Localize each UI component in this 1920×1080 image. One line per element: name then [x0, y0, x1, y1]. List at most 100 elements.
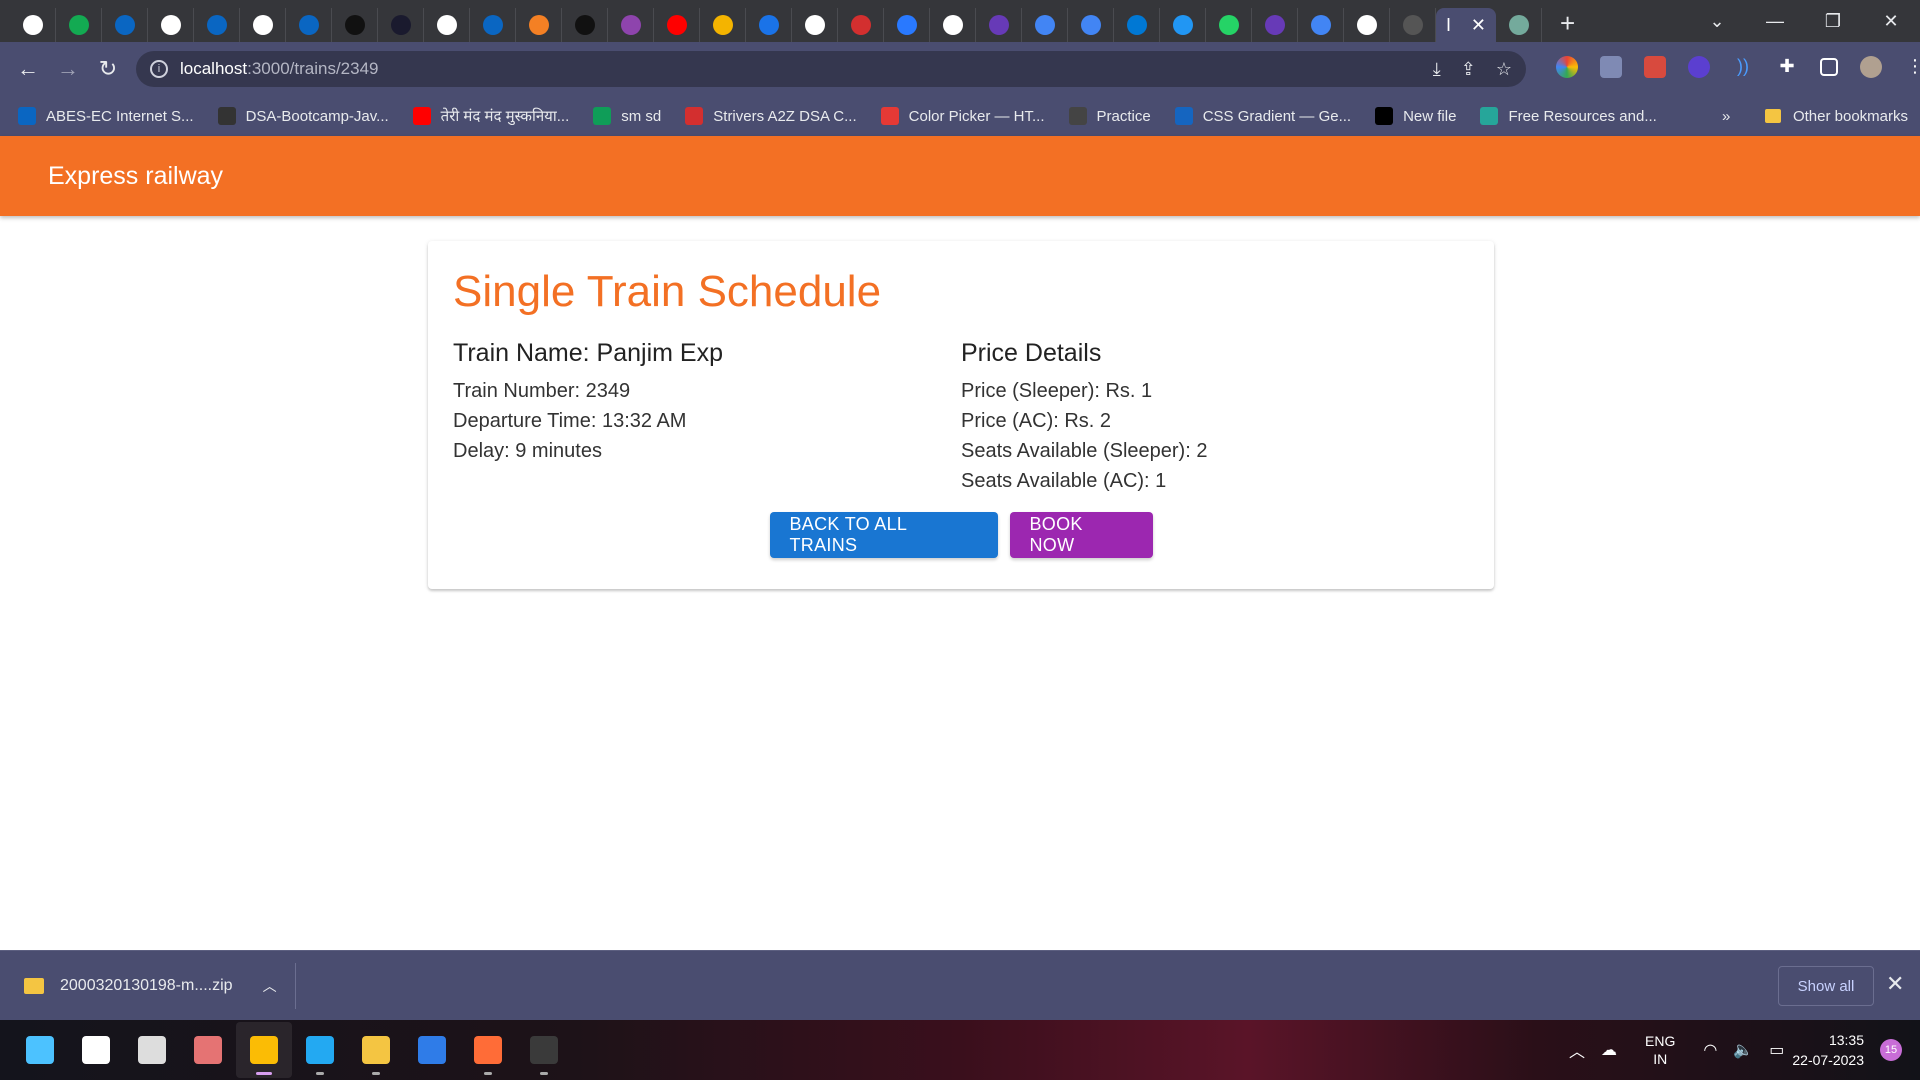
browser-tab[interactable] [562, 8, 608, 42]
address-bar[interactable]: i localhost:3000/trains/2349 ⤓ ⇪ ☆ [136, 51, 1526, 87]
restore-icon[interactable]: ❐ [1804, 11, 1862, 32]
bookmark-item[interactable]: ABES-EC Internet S... [18, 107, 194, 125]
share-icon[interactable]: ⇪ [1461, 59, 1476, 80]
bookmark-item[interactable]: Practice [1068, 107, 1151, 125]
taskbar-app[interactable] [460, 1022, 516, 1078]
browser-tab[interactable] [194, 8, 240, 42]
bookmark-item[interactable]: Free Resources and... [1480, 107, 1657, 125]
bookmark-star-icon[interactable]: ☆ [1496, 59, 1512, 80]
whatsapp-icon [1218, 15, 1239, 35]
bookmark-item[interactable]: DSA-Bootcamp-Jav... [217, 107, 389, 125]
browser-tab[interactable] [884, 8, 930, 42]
bookmark-item[interactable]: Color Picker — HT... [880, 107, 1045, 125]
browser-tab[interactable] [102, 8, 148, 42]
clock[interactable]: 13:35 22-07-2023 [1792, 1030, 1864, 1070]
language-indicator[interactable]: ENG IN [1645, 1032, 1675, 1068]
taskbar-app[interactable] [516, 1022, 572, 1078]
taskbar-app[interactable] [180, 1022, 236, 1078]
bookmark-item[interactable]: New file [1375, 107, 1456, 125]
system-tray: ︿ ☁ ENG IN ◠ 🔈 ▭ 13:35 22-07-2023 15 [1561, 1020, 1920, 1080]
back-arrow-icon[interactable]: ← [8, 56, 48, 82]
browser-tab[interactable] [10, 8, 56, 42]
other-bookmarks[interactable]: Other bookmarks [1764, 108, 1908, 125]
browser-tab[interactable] [286, 8, 332, 42]
bookmark-item[interactable]: तेरी मंद मंद मुस्कनिया... [412, 106, 569, 126]
browser-tab[interactable] [976, 8, 1022, 42]
close-icon[interactable]: ✕ [1886, 971, 1904, 997]
browser-tab[interactable] [1160, 8, 1206, 42]
back-to-all-trains-button[interactable]: BACK TO ALL TRAINS [769, 512, 998, 558]
browser-tab[interactable] [746, 8, 792, 42]
wifi-icon[interactable]: ◠ [1703, 1040, 1717, 1060]
battery-icon[interactable]: ▭ [1769, 1040, 1784, 1060]
chevron-up-icon[interactable]: ︿ [1569, 1038, 1585, 1062]
close-tab-icon[interactable]: ✕ [1471, 15, 1486, 36]
browser-tab[interactable] [1068, 8, 1114, 42]
browser-tab[interactable] [148, 8, 194, 42]
book-now-button[interactable]: BOOK NOW [1009, 512, 1153, 558]
side-panel-icon[interactable] [1820, 58, 1838, 76]
square-icon [344, 15, 365, 35]
install-app-icon[interactable]: ⤓ [1433, 59, 1441, 80]
browser-tab[interactable] [516, 8, 562, 42]
taskbar-app[interactable] [124, 1022, 180, 1078]
bookmark-item[interactable]: Strivers A2Z DSA C... [685, 107, 857, 125]
bookmark-item[interactable]: CSS Gradient — Ge... [1174, 107, 1351, 125]
profile-avatar[interactable] [1860, 56, 1882, 78]
browser-tab[interactable] [56, 8, 102, 42]
taskbar-app[interactable] [12, 1022, 68, 1078]
download-shelf: 2000320130198-m....zip ︿ Show all ✕ [0, 950, 1920, 1020]
download-item[interactable]: 2000320130198-m....zip ︿ [24, 951, 277, 1021]
browser-tab[interactable] [1390, 8, 1436, 42]
google-icon [942, 15, 963, 35]
extension-icon[interactable] [1644, 56, 1666, 78]
browser-tab[interactable] [1022, 8, 1068, 42]
minimize-icon[interactable]: — [1746, 11, 1804, 32]
price-details: Price Details Price (Sleeper): Rs. 1 Pri… [961, 339, 1469, 496]
browser-tab[interactable] [1298, 8, 1344, 42]
browser-tab[interactable] [332, 8, 378, 42]
taskbar-app[interactable] [236, 1022, 292, 1078]
taskbar-app[interactable] [292, 1022, 348, 1078]
browser-tab[interactable] [1252, 8, 1298, 42]
browser-tab[interactable] [1496, 8, 1542, 42]
forward-arrow-icon[interactable]: → [48, 56, 88, 82]
tab-search-icon[interactable]: ⌄ [1688, 11, 1746, 32]
browser-tab[interactable] [240, 8, 286, 42]
site-info-icon[interactable]: i [150, 60, 168, 78]
browser-tab[interactable] [424, 8, 470, 42]
diamond-icon [896, 15, 917, 35]
download-extension-icon[interactable] [1688, 56, 1710, 78]
reload-icon[interactable]: ↻ [88, 56, 128, 82]
active-tab[interactable]: I ✕ [1436, 8, 1496, 42]
eyedropper-extension-icon[interactable] [1600, 56, 1622, 78]
browser-tab[interactable] [1206, 8, 1252, 42]
volume-icon[interactable]: 🔈 [1733, 1040, 1753, 1060]
bookmark-item[interactable]: sm sd [593, 107, 661, 125]
browser-tab[interactable] [654, 8, 700, 42]
browser-tab[interactable] [930, 8, 976, 42]
show-all-button[interactable]: Show all [1778, 966, 1874, 1006]
color-extension-icon[interactable] [1556, 56, 1578, 78]
browser-tab[interactable] [1344, 8, 1390, 42]
bookmarks-overflow-button[interactable]: » [1722, 108, 1730, 125]
close-window-icon[interactable]: ✕ [1862, 11, 1920, 32]
notification-badge[interactable]: 15 [1880, 1039, 1902, 1061]
browser-tab[interactable] [608, 8, 654, 42]
browser-tab[interactable] [470, 8, 516, 42]
browser-tab[interactable] [1114, 8, 1160, 42]
browser-tab[interactable] [700, 8, 746, 42]
taskbar-app[interactable] [404, 1022, 460, 1078]
browser-tab[interactable] [378, 8, 424, 42]
new-tab-icon[interactable]: + [1560, 8, 1575, 39]
chevron-up-icon[interactable]: ︿ [263, 976, 277, 996]
browser-tab[interactable] [838, 8, 884, 42]
onedrive-cloud-icon[interactable]: ☁ [1601, 1040, 1617, 1060]
taskbar-app[interactable] [68, 1022, 124, 1078]
taskbar-app[interactable] [348, 1022, 404, 1078]
clock-date: 22-07-2023 [1792, 1052, 1864, 1068]
browser-tab[interactable] [792, 8, 838, 42]
read-aloud-icon[interactable]: )) [1732, 56, 1754, 78]
menu-kebab-icon[interactable]: ⋮ [1904, 56, 1920, 78]
extensions-puzzle-icon[interactable]: ✚ [1776, 56, 1798, 78]
